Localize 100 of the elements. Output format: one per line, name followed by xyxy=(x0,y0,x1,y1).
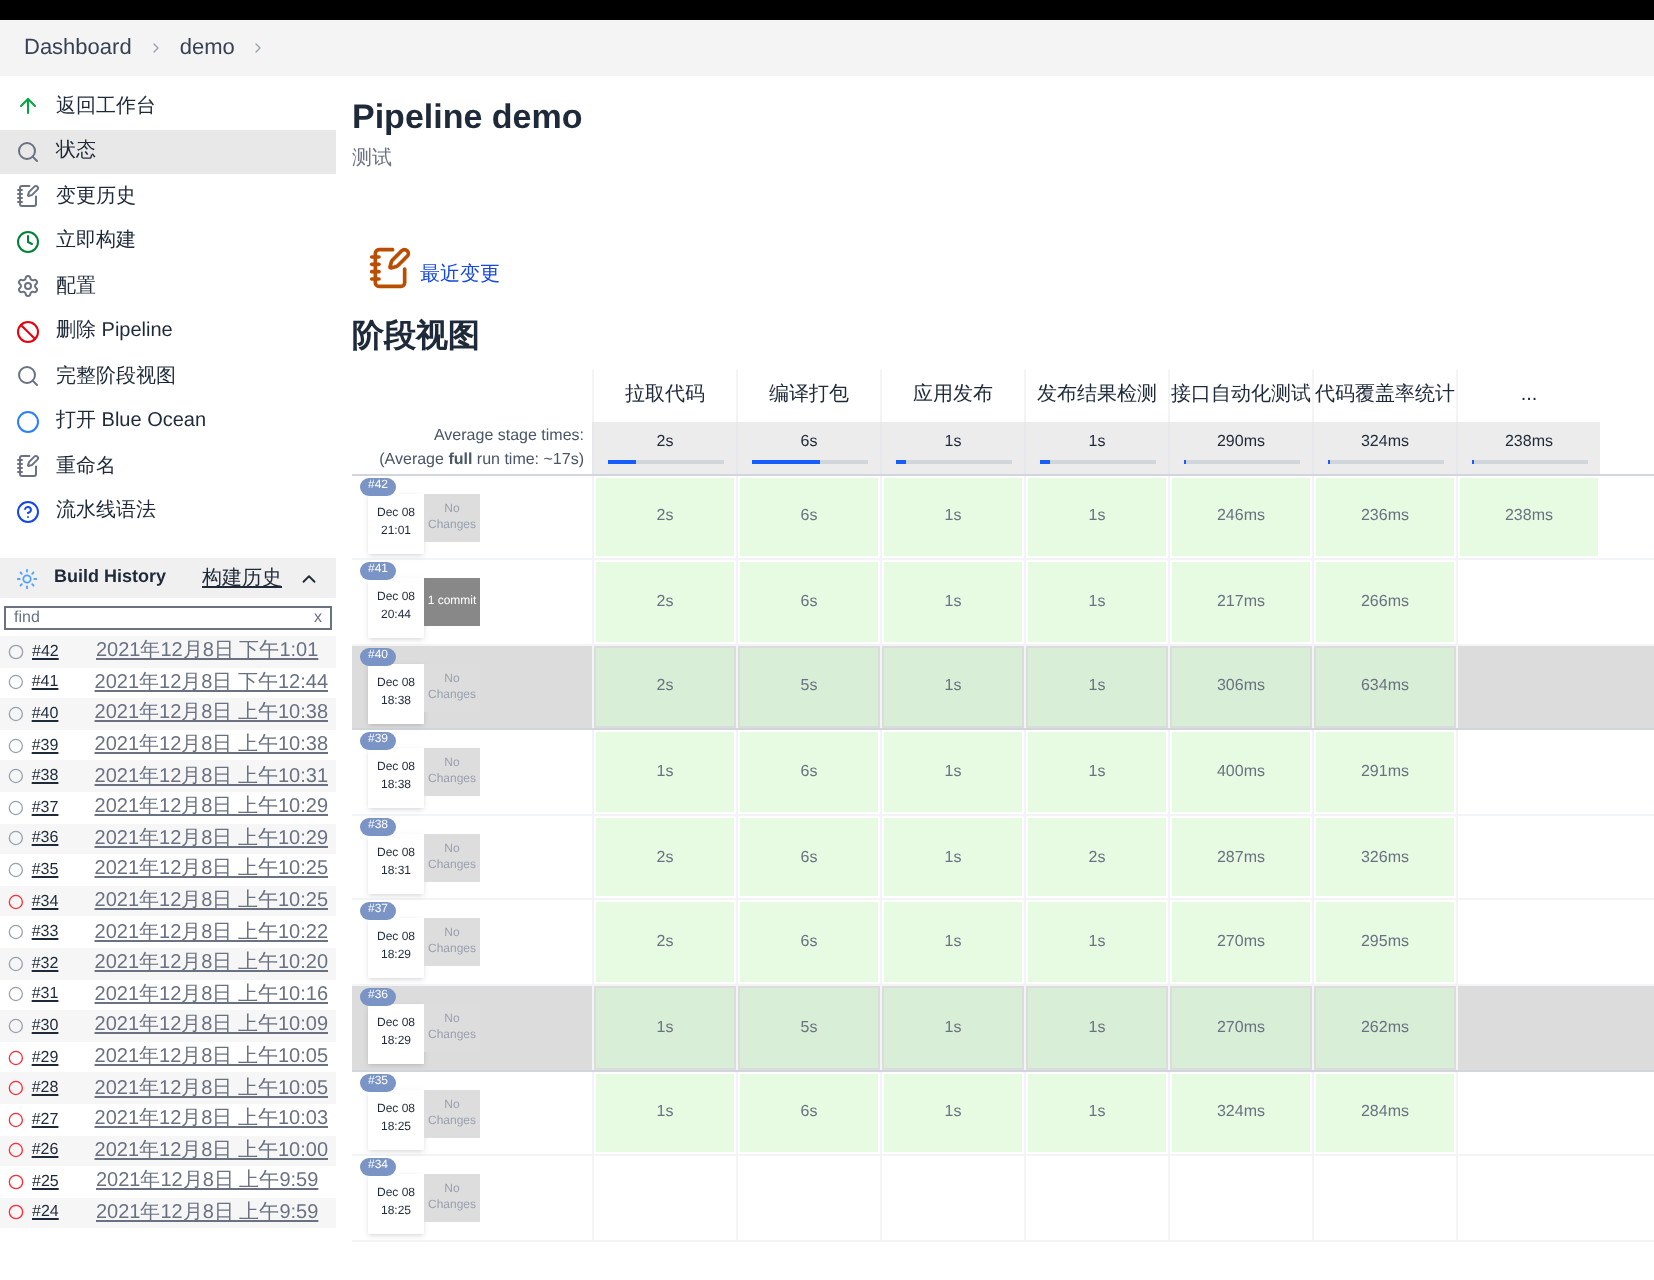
stage-cell[interactable]: 1s xyxy=(1028,647,1166,727)
build-time-link[interactable]: 2021年12月8日 上午10:22 xyxy=(94,917,328,948)
build-link[interactable]: #32 xyxy=(31,951,87,976)
build-link[interactable]: #37 xyxy=(31,795,87,820)
stage-cell[interactable]: 217ms xyxy=(1172,562,1310,642)
sidebar-item[interactable]: 变更历史 xyxy=(0,174,336,219)
sidebar-item[interactable]: 删除 Pipeline xyxy=(0,309,336,354)
stage-cell[interactable]: 1s xyxy=(884,562,1022,642)
stage-cell[interactable]: 2s xyxy=(1028,817,1166,897)
stage-cell[interactable]: 270ms xyxy=(1172,902,1310,983)
stage-cell[interactable]: 6s xyxy=(740,1073,878,1153)
stage-cell[interactable]: 1s xyxy=(1028,562,1166,642)
build-link[interactable]: #35 xyxy=(31,857,87,882)
stage-cell[interactable]: 6s xyxy=(740,817,878,897)
stage-cell[interactable]: 2s xyxy=(596,817,734,897)
build-link[interactable]: #36 xyxy=(31,826,87,851)
build-time-link[interactable]: 2021年12月8日 上午10:31 xyxy=(94,761,328,792)
build-time-link[interactable]: 2021年12月8日 上午10:05 xyxy=(94,1073,328,1104)
stage-cell[interactable]: 1s xyxy=(1028,988,1166,1068)
build-link[interactable]: #28 xyxy=(31,1076,87,1101)
recent-changes-link[interactable]: 最近变更 xyxy=(420,259,500,289)
stage-cell[interactable]: 6s xyxy=(740,562,878,642)
build-history-link[interactable]: 构建历史 xyxy=(202,563,282,593)
build-time-link[interactable]: 2021年12月8日 上午10:29 xyxy=(94,823,328,854)
clear-button[interactable]: x xyxy=(314,606,322,630)
build-time-link[interactable]: 2021年12月8日 上午10:25 xyxy=(94,854,328,885)
sidebar-item[interactable]: 重命名 xyxy=(0,444,336,489)
build-link[interactable]: #29 xyxy=(31,1045,87,1070)
stage-cell[interactable]: 1s xyxy=(884,647,1022,727)
stage-cell[interactable]: 291ms xyxy=(1316,732,1454,812)
sidebar-item[interactable]: 状态 xyxy=(0,129,336,174)
build-time-link[interactable]: 2021年12月8日 上午10:00 xyxy=(94,1135,328,1166)
build-link[interactable]: #34 xyxy=(31,889,87,914)
stage-cell[interactable]: 287ms xyxy=(1172,817,1310,897)
stage-cell[interactable]: 1s xyxy=(884,817,1022,897)
sidebar-item[interactable]: 配置 xyxy=(0,264,336,309)
build-time-link[interactable]: 2021年12月8日 上午10:03 xyxy=(94,1104,328,1135)
find-field[interactable]: find x xyxy=(4,606,332,630)
stage-cell[interactable]: 1s xyxy=(1028,477,1166,557)
build-time-link[interactable]: 2021年12月8日 上午10:05 xyxy=(94,1042,328,1073)
sidebar-item[interactable]: 完整阶段视图 xyxy=(0,354,336,399)
build-link[interactable]: #41 xyxy=(31,670,87,695)
build-link[interactable]: #24 xyxy=(32,1200,88,1225)
build-time-link[interactable]: 2021年12月8日 上午10:09 xyxy=(94,1010,328,1041)
stage-cell[interactable]: 270ms xyxy=(1172,988,1310,1068)
stage-cell[interactable]: 326ms xyxy=(1316,817,1454,897)
build-time-link[interactable]: 2021年12月8日 上午9:59 xyxy=(96,1197,319,1228)
stage-cell[interactable]: 6s xyxy=(740,477,878,557)
build-link[interactable]: #26 xyxy=(31,1138,87,1163)
sidebar-item[interactable]: 打开 Blue Ocean xyxy=(0,399,336,444)
build-link[interactable]: #31 xyxy=(31,982,87,1007)
stage-cell[interactable]: 2s xyxy=(596,647,734,727)
build-time-link[interactable]: 2021年12月8日 上午10:38 xyxy=(94,698,328,729)
stage-cell[interactable]: 1s xyxy=(884,1073,1022,1153)
stage-cell[interactable]: 246ms xyxy=(1172,477,1310,557)
stage-cell[interactable]: 2s xyxy=(596,477,734,557)
stage-cell[interactable]: 1s xyxy=(884,477,1022,557)
build-time-link[interactable]: 2021年12月8日 下午1:01 xyxy=(96,636,319,667)
stage-cell[interactable]: 1s xyxy=(596,732,734,812)
build-link[interactable]: #27 xyxy=(31,1107,87,1132)
stage-cell[interactable]: 2s xyxy=(596,902,734,983)
build-link[interactable]: #40 xyxy=(31,701,87,726)
stage-cell[interactable]: 324ms xyxy=(1172,1073,1310,1153)
stage-cell[interactable]: 284ms xyxy=(1316,1073,1454,1153)
stage-cell[interactable]: 1s xyxy=(884,732,1022,812)
build-time-link[interactable]: 2021年12月8日 上午10:29 xyxy=(94,792,328,823)
stage-cell[interactable]: 2s xyxy=(596,562,734,642)
stage-cell[interactable]: 295ms xyxy=(1316,902,1454,983)
stage-cell[interactable]: 238ms xyxy=(1460,477,1598,557)
stage-cell[interactable]: 306ms xyxy=(1172,647,1310,727)
sidebar-item[interactable]: 返回工作台 xyxy=(0,84,336,129)
breadcrumb-link[interactable]: Dashboard xyxy=(24,31,132,65)
build-time-link[interactable]: 2021年12月8日 下午12:44 xyxy=(94,667,328,698)
stage-cell[interactable]: 5s xyxy=(740,647,878,727)
sidebar-item[interactable]: 流水线语法 xyxy=(0,489,336,534)
stage-cell[interactable]: 266ms xyxy=(1316,562,1454,642)
stage-cell[interactable]: 236ms xyxy=(1316,477,1454,557)
build-link[interactable]: #42 xyxy=(32,639,88,664)
stage-cell[interactable]: 6s xyxy=(740,902,878,983)
stage-cell[interactable]: 6s xyxy=(740,732,878,812)
build-time-link[interactable]: 2021年12月8日 上午10:16 xyxy=(94,979,328,1010)
build-link[interactable]: #33 xyxy=(31,920,87,945)
stage-cell[interactable]: 1s xyxy=(1028,902,1166,983)
build-link[interactable]: #30 xyxy=(31,1013,87,1038)
stage-cell[interactable]: 1s xyxy=(1028,1073,1166,1153)
build-time-link[interactable]: 2021年12月8日 上午9:59 xyxy=(96,1166,319,1197)
stage-cell[interactable]: 400ms xyxy=(1172,732,1310,812)
build-time-link[interactable]: 2021年12月8日 上午10:20 xyxy=(94,948,328,979)
stage-cell[interactable]: 1s xyxy=(596,988,734,1068)
stage-cell[interactable]: 262ms xyxy=(1316,988,1454,1068)
stage-cell[interactable]: 1s xyxy=(884,902,1022,983)
stage-cell[interactable]: 1s xyxy=(1028,732,1166,812)
stage-cell[interactable]: 5s xyxy=(740,988,878,1068)
sidebar-item[interactable]: 立即构建 xyxy=(0,219,336,264)
breadcrumb-link[interactable]: demo xyxy=(179,31,235,65)
stage-cell[interactable]: 634ms xyxy=(1316,647,1454,727)
build-time-link[interactable]: 2021年12月8日 上午10:38 xyxy=(94,730,328,761)
stage-cell[interactable]: 1s xyxy=(596,1073,734,1153)
build-time-link[interactable]: 2021年12月8日 上午10:25 xyxy=(94,886,328,917)
build-link[interactable]: #25 xyxy=(32,1169,88,1194)
